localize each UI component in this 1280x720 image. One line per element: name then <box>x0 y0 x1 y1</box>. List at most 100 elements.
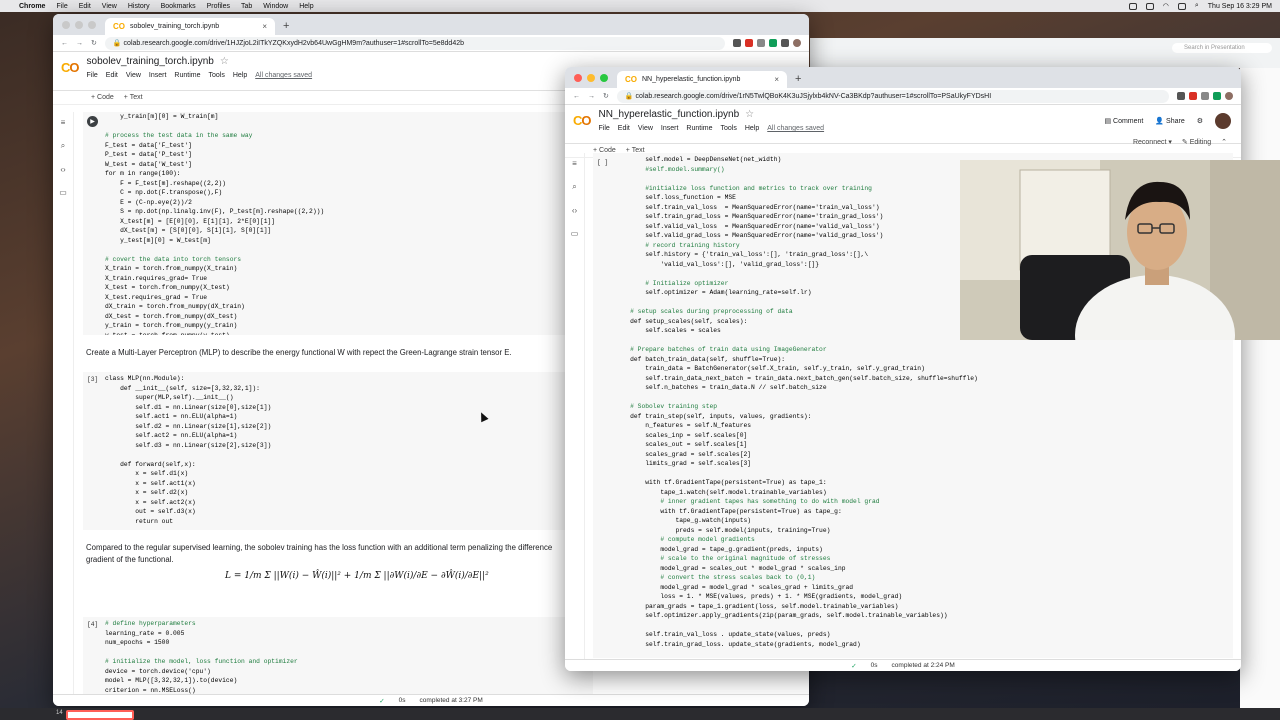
menu-runtime[interactable]: Runtime <box>686 125 712 132</box>
search-icon[interactable]: ⌕ <box>1195 2 1199 10</box>
settings-icon[interactable]: ⚙ <box>1197 117 1203 125</box>
menu-edit[interactable]: Edit <box>106 72 118 79</box>
collapse-icon[interactable]: ⌃ <box>1221 138 1227 146</box>
code-editor[interactable]: class MLP(nn.Module): def __init__(self,… <box>105 374 271 526</box>
code-cell[interactable]: ▶ y_train[m][0] = W_train[m] # process t… <box>83 112 593 335</box>
zoom-window-button[interactable] <box>88 21 96 29</box>
minimize-window-button[interactable] <box>75 21 83 29</box>
forward-icon[interactable]: → <box>588 93 595 100</box>
extension-icon[interactable] <box>1201 92 1209 100</box>
new-tab-button[interactable]: + <box>795 73 801 85</box>
minimize-window-button[interactable] <box>587 74 595 82</box>
star-icon[interactable]: ☆ <box>745 109 754 120</box>
colab-logo[interactable]: CO <box>61 60 80 75</box>
notebook-title[interactable]: sobolev_training_torch.ipynb <box>87 56 214 67</box>
profile-avatar[interactable] <box>793 39 801 47</box>
extension-icon[interactable] <box>1189 92 1197 100</box>
code-editor[interactable]: y_train[m][0] = W_train[m] # process the… <box>105 112 324 335</box>
colab-logo[interactable]: CO <box>573 113 592 128</box>
close-window-button[interactable] <box>574 74 582 82</box>
presentation-search-field[interactable]: Search in Presentation <box>1172 43 1272 53</box>
menubar-item-history[interactable]: History <box>128 3 150 10</box>
zoom-window-button[interactable] <box>600 74 608 82</box>
dock-window-thumbnail[interactable] <box>66 710 134 720</box>
back-icon[interactable]: ← <box>573 93 580 100</box>
extension-icon[interactable] <box>733 39 741 47</box>
code-editor[interactable]: self.model = DeepDenseNet(net_width) #se… <box>615 155 978 649</box>
toc-icon[interactable]: ≡ <box>61 118 66 127</box>
menu-help[interactable]: Help <box>233 72 247 79</box>
battery-icon[interactable] <box>1177 2 1186 10</box>
close-tab-icon[interactable]: × <box>774 75 779 84</box>
code-line: dX_test = torch.from_numpy(dX_test) <box>105 312 238 320</box>
menubar-item-window[interactable]: Window <box>263 3 288 10</box>
add-code-button[interactable]: + Code <box>91 94 114 101</box>
comment-button[interactable]: ▤ Comment <box>1104 117 1143 125</box>
code-editor[interactable]: # define hyperparameters learning_rate = … <box>105 619 298 695</box>
avatar[interactable] <box>1215 113 1231 129</box>
new-tab-button[interactable]: + <box>283 20 289 32</box>
menu-tools[interactable]: Tools <box>209 72 225 79</box>
wifi-icon[interactable]: ◠ <box>1163 2 1169 10</box>
menubar-item-view[interactable]: View <box>102 3 117 10</box>
add-text-button[interactable]: + Text <box>124 94 143 101</box>
search-icon[interactable]: ⌕ <box>572 182 576 192</box>
close-tab-icon[interactable]: × <box>262 22 267 31</box>
menu-file[interactable]: File <box>87 72 98 79</box>
menu-tools[interactable]: Tools <box>721 125 737 132</box>
forward-icon[interactable]: → <box>76 40 83 47</box>
status-icon[interactable] <box>1145 2 1154 10</box>
browser-tab[interactable]: CO sobolev_training_torch.ipynb × <box>105 18 275 35</box>
back-icon[interactable]: ← <box>61 40 68 47</box>
extension-icon[interactable] <box>1177 92 1185 100</box>
menu-view[interactable]: View <box>126 72 141 79</box>
menu-runtime[interactable]: Runtime <box>174 72 200 79</box>
files-icon[interactable]: ▭ <box>59 188 67 197</box>
extension-icon[interactable] <box>781 39 789 47</box>
menu-insert[interactable]: Insert <box>661 125 679 132</box>
reconnect-button[interactable]: Reconnect ▾ <box>1133 138 1172 146</box>
reload-icon[interactable]: ↻ <box>603 92 609 100</box>
toc-icon[interactable]: ≡ <box>572 159 577 168</box>
execution-count: [3] <box>87 376 99 383</box>
extension-icon[interactable] <box>745 39 753 47</box>
code-cell[interactable]: [3] class MLP(nn.Module): def __init__(s… <box>83 372 593 530</box>
files-icon[interactable]: ▭ <box>571 229 579 238</box>
notebook-title[interactable]: NN_hyperelastic_function.ipynb <box>599 109 740 120</box>
menu-file[interactable]: File <box>599 125 610 132</box>
share-button[interactable]: 👤 Share <box>1155 117 1184 125</box>
menu-edit[interactable]: Edit <box>618 125 630 132</box>
url-field[interactable]: 🔒 colab.research.google.com/drive/1HJZjo… <box>104 36 725 50</box>
code-snippets-icon[interactable]: ‹› <box>572 206 577 215</box>
extension-icon[interactable] <box>757 39 765 47</box>
text-cell[interactable]: Compared to the regular supervised learn… <box>86 542 606 566</box>
menubar-clock[interactable]: Thu Sep 16 3:29 PM <box>1208 3 1272 10</box>
menubar-item-bookmarks[interactable]: Bookmarks <box>161 3 196 10</box>
code-snippets-icon[interactable]: ‹› <box>60 165 65 174</box>
menubar-item-help[interactable]: Help <box>299 3 313 10</box>
browser-tab[interactable]: CO NN_hyperelastic_function.ipynb × <box>617 71 787 88</box>
status-icon[interactable] <box>1128 2 1137 10</box>
code-cell[interactable]: [4] # define hyperparameters learning_rat… <box>83 617 593 702</box>
menubar-item-tab[interactable]: Tab <box>241 3 252 10</box>
editing-mode-button[interactable]: ✎ Editing <box>1182 138 1211 146</box>
reload-icon[interactable]: ↻ <box>91 39 97 47</box>
text-cell[interactable]: Create a Multi-Layer Perceptron (MLP) to… <box>86 348 512 357</box>
star-icon[interactable]: ☆ <box>220 56 229 67</box>
menubar-item-edit[interactable]: Edit <box>79 3 91 10</box>
save-status[interactable]: All changes saved <box>255 72 312 79</box>
menubar-app-name[interactable]: Chrome <box>19 3 45 10</box>
profile-avatar[interactable] <box>1225 92 1233 100</box>
save-status[interactable]: All changes saved <box>767 125 824 132</box>
menu-help[interactable]: Help <box>745 125 759 132</box>
url-field[interactable]: 🔒 colab.research.google.com/drive/1rN5Tw… <box>616 89 1169 103</box>
menu-view[interactable]: View <box>638 125 653 132</box>
extension-icon[interactable] <box>769 39 777 47</box>
menu-insert[interactable]: Insert <box>149 72 167 79</box>
menubar-item-file[interactable]: File <box>56 3 67 10</box>
menubar-item-profiles[interactable]: Profiles <box>207 3 230 10</box>
search-icon[interactable]: ⌕ <box>61 141 65 151</box>
run-cell-button[interactable]: ▶ <box>87 116 98 127</box>
extension-icon[interactable] <box>1213 92 1221 100</box>
close-window-button[interactable] <box>62 21 70 29</box>
